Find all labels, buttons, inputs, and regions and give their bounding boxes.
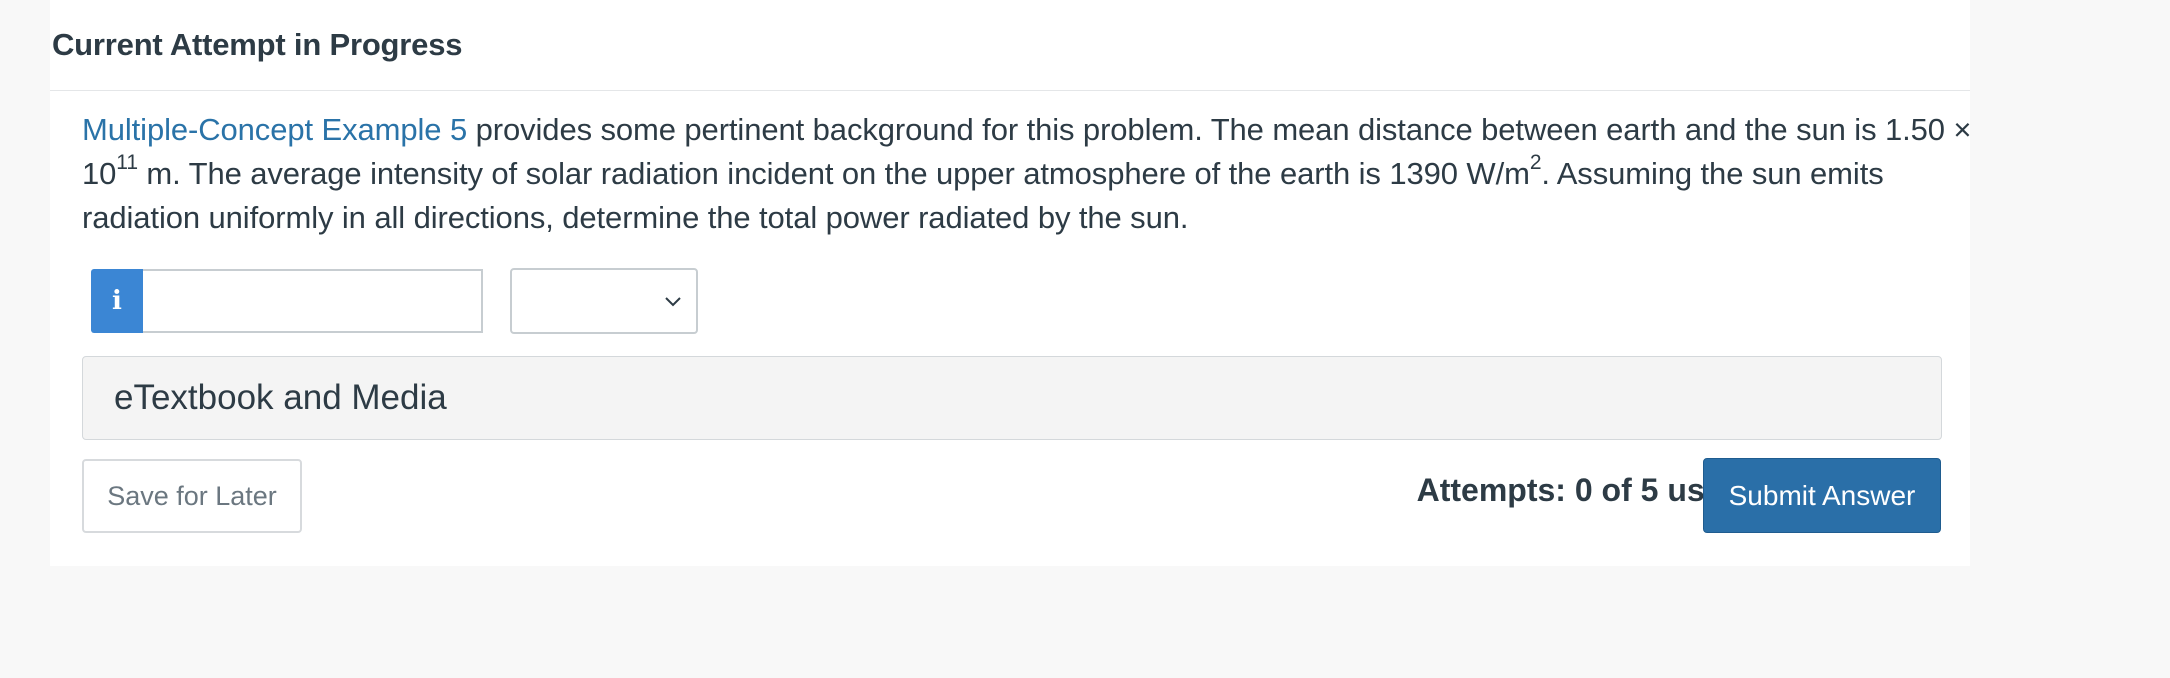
answer-input[interactable]: [143, 269, 483, 333]
unit-select[interactable]: [510, 268, 698, 334]
attempts-counter: Attempts: 0 of 5 used: [1416, 472, 1742, 508]
answer-row: i: [91, 268, 698, 334]
etextbook-media-panel[interactable]: eTextbook and Media: [82, 356, 1942, 440]
info-icon[interactable]: i: [91, 269, 143, 333]
page-title: Current Attempt in Progress: [52, 27, 463, 62]
question-card: Current Attempt in Progress Multiple-Con…: [50, 0, 1972, 566]
question-text-part2: m. The average intensity of solar radiat…: [137, 156, 1530, 191]
etextbook-media-label: eTextbook and Media: [114, 378, 447, 417]
multiple-concept-example-link[interactable]: Multiple-Concept Example 5: [82, 112, 467, 147]
exponent-2: 2: [1529, 150, 1542, 174]
chevron-down-icon: [665, 297, 681, 307]
exponent-11: 11: [116, 150, 138, 174]
question-text: Multiple-Concept Example 5 provides some…: [82, 108, 1982, 240]
card-header: Current Attempt in Progress: [50, 0, 1970, 91]
save-for-later-button[interactable]: Save for Later: [82, 459, 302, 533]
submit-answer-button[interactable]: Submit Answer: [1703, 458, 1941, 533]
